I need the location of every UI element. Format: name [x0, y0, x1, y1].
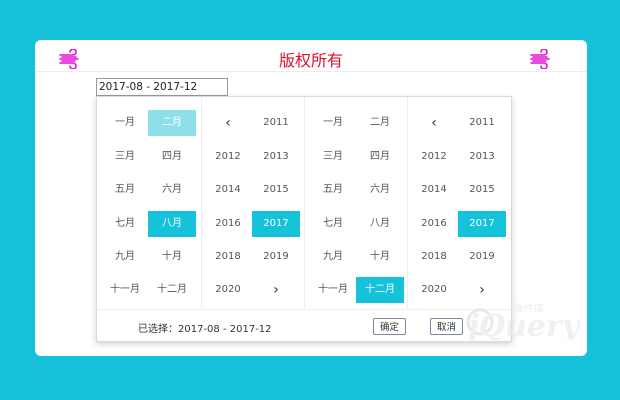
year-cell[interactable]: 2016 [204, 211, 252, 237]
month-cell[interactable]: 八月 [356, 211, 404, 237]
year-cell[interactable]: 2011 [252, 110, 300, 136]
month-cell[interactable]: 六月 [356, 177, 404, 203]
month-cell[interactable]: 六月 [148, 177, 196, 203]
month-cell[interactable]: 三月 [309, 144, 357, 170]
end-month-panel: 一月 二月三月 四月五月 六月七月 八月九月 十月十一月 十二月 [305, 97, 408, 308]
month-cell[interactable]: 七月 [101, 211, 149, 237]
year-cell[interactable]: 2018 [204, 244, 252, 270]
year-cell[interactable]: 2011 [458, 110, 506, 136]
chevron-right-icon[interactable]: › [252, 277, 300, 303]
year-cell[interactable]: 2013 [458, 144, 506, 170]
year-cell[interactable]: 2014 [204, 177, 252, 203]
month-cell[interactable]: 十二月 [148, 277, 196, 303]
month-cell[interactable]: 一月 [101, 110, 149, 136]
year-cell[interactable]: 2016 [410, 211, 458, 237]
wind-icon [530, 49, 550, 69]
page-title: 版权所有 [278, 51, 343, 70]
month-cell[interactable]: 十月 [148, 244, 196, 270]
year-cell[interactable]: 2013 [252, 144, 300, 170]
year-cell[interactable]: 2019 [252, 244, 300, 270]
month-cell[interactable]: 十月 [356, 244, 404, 270]
year-cell[interactable]: 2018 [410, 244, 458, 270]
svg-text:插件库: 插件库 [514, 302, 544, 315]
confirm-button[interactable]: 确定 [373, 318, 406, 335]
year-cell[interactable]: 2019 [458, 244, 506, 270]
year-cell[interactable]: 2017 [252, 211, 300, 237]
year-cell[interactable]: 2012 [204, 144, 252, 170]
month-cell[interactable]: 十一月 [101, 277, 149, 303]
year-cell[interactable]: 2015 [252, 177, 300, 203]
chevron-left-icon[interactable]: ‹ [204, 110, 252, 136]
month-cell[interactable]: 九月 [101, 244, 149, 270]
start-month-panel: 一月 二月三月 四月五月 六月七月 八月九月 十月十一月 十二月 [97, 97, 202, 308]
end-year-panel: ‹ 2011 2012 2013 2014 2015 2016 2017 2018 2019 202… [408, 97, 511, 308]
month-cell[interactable]: 四月 [148, 144, 196, 170]
month-cell[interactable]: 四月 [356, 144, 404, 170]
start-year-panel: ‹ 2011 2012 2013 2014 2015 2016 2017 2018 2019 202… [202, 97, 305, 308]
year-cell[interactable]: 2020 [204, 277, 252, 303]
month-cell[interactable]: 五月 [309, 177, 357, 203]
chevron-left-icon[interactable]: ‹ [410, 110, 458, 136]
month-cell[interactable]: 三月 [101, 144, 149, 170]
month-cell[interactable]: 十一月 [309, 277, 357, 303]
year-cell[interactable]: 2014 [410, 177, 458, 203]
month-cell[interactable]: 五月 [101, 177, 149, 203]
month-cell[interactable]: 七月 [309, 211, 357, 237]
selected-range-text: 已选择：2017-08 - 2017-12 [138, 324, 272, 335]
month-cell[interactable]: 一月 [309, 110, 357, 136]
month-cell[interactable]: 十二月 [356, 277, 404, 303]
year-cell[interactable]: 2017 [458, 211, 506, 237]
year-cell[interactable]: 2015 [458, 177, 506, 203]
month-cell[interactable]: 二月 [356, 110, 404, 136]
month-cell[interactable]: 九月 [309, 244, 357, 270]
jquery-watermark-logo: jQuery 插件库 [463, 302, 580, 340]
month-cell[interactable]: 八月 [148, 211, 196, 237]
header-divider [35, 71, 587, 72]
year-cell[interactable]: 2012 [410, 144, 458, 170]
month-cell[interactable]: 二月 [148, 110, 196, 136]
date-range-input[interactable]: 2017-08 - 2017-12 [96, 78, 228, 96]
